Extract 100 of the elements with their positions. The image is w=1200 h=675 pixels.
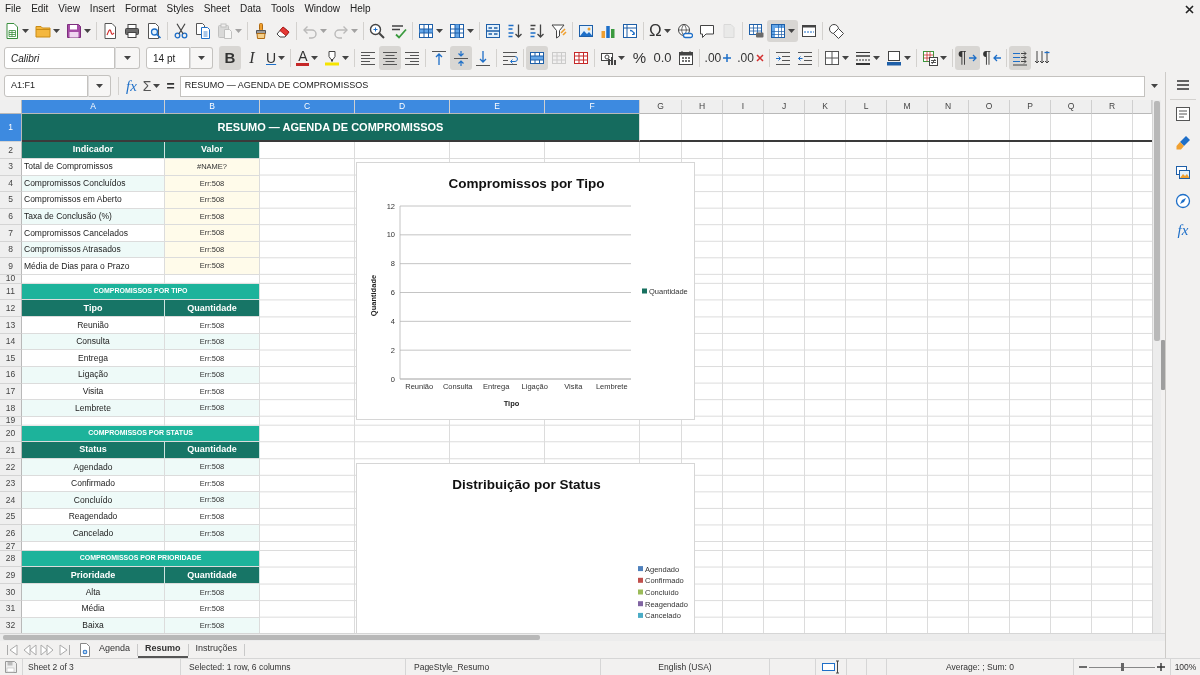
name-box-field[interactable]: A1:F1 [4, 75, 88, 97]
row-header[interactable]: 19 [0, 416, 22, 426]
column-header[interactable]: O [969, 100, 1010, 114]
column-header[interactable]: R [1092, 100, 1133, 114]
font-name-field[interactable]: Calibri [4, 47, 115, 69]
menu-item[interactable]: Window [299, 1, 345, 17]
text-check-icon [391, 23, 407, 39]
zoom-slider[interactable] [1089, 662, 1155, 672]
column-header[interactable]: M [887, 100, 928, 114]
scrollbar-thumb[interactable] [3, 635, 540, 640]
column-header[interactable]: N [928, 100, 969, 114]
close-button[interactable] [1185, 4, 1194, 14]
rtl-button[interactable]: ¶ [979, 46, 1005, 70]
column-header[interactable]: A [22, 100, 165, 114]
sum-button[interactable]: Σ [139, 75, 164, 97]
font-color-button[interactable]: A [293, 46, 322, 70]
row-header[interactable]: 15 [0, 350, 22, 367]
merge-center-button[interactable] [526, 46, 549, 70]
row-header[interactable]: 2 [0, 142, 22, 159]
sheet-tab[interactable]: Agenda [92, 641, 138, 658]
percent-button[interactable]: % [628, 46, 651, 70]
align-center-button[interactable] [379, 46, 402, 70]
menu-item[interactable]: View [53, 1, 85, 17]
row-header[interactable]: 9 [0, 258, 22, 275]
dropdown-button[interactable] [190, 47, 213, 69]
row-header[interactable]: 26 [0, 525, 22, 542]
row-header[interactable]: 27 [0, 541, 22, 551]
row-header[interactable]: 21 [0, 442, 22, 460]
row-header[interactable]: 18 [0, 400, 22, 417]
horizontal-scrollbar[interactable] [0, 633, 1165, 641]
indent-decrease-icon [796, 50, 813, 66]
row-header[interactable]: 30 [0, 584, 22, 602]
row-header[interactable]: 3 [0, 159, 22, 176]
add-sheet-button[interactable] [78, 642, 92, 657]
column-header[interactable]: L [846, 100, 887, 114]
column-header[interactable]: Q [1051, 100, 1092, 114]
column-header[interactable]: I [723, 100, 764, 114]
column-header[interactable]: B [165, 100, 260, 114]
frozen-table-icon [769, 23, 786, 39]
column-header[interactable]: K [805, 100, 846, 114]
function-wizard-button[interactable]: fx [123, 75, 140, 97]
functions-button[interactable]: fx [1171, 218, 1195, 242]
menu-item[interactable]: Data [234, 1, 267, 17]
sidebar-handle[interactable] [1161, 340, 1165, 390]
dropdown-button[interactable] [88, 75, 111, 97]
row-header[interactable]: 7 [0, 225, 22, 242]
text-ltr-button[interactable] [1009, 46, 1032, 70]
ltr-button[interactable]: ¶ [954, 46, 980, 70]
font-size-field[interactable]: 14 pt [146, 47, 190, 69]
align-center-icon [382, 50, 399, 66]
row-header[interactable]: 5 [0, 192, 22, 209]
underline-button[interactable]: U [263, 46, 289, 70]
column-header[interactable]: D [355, 100, 450, 114]
row-header[interactable]: 22 [0, 459, 22, 476]
table-cell: Cancelado [22, 525, 165, 542]
row-header[interactable]: 12 [0, 300, 22, 318]
slider-thumb[interactable] [1121, 663, 1124, 671]
row-header[interactable]: 13 [0, 317, 22, 334]
column-header[interactable]: H [682, 100, 723, 114]
row-header[interactable]: 29 [0, 567, 22, 585]
vertical-scrollbar[interactable] [1152, 100, 1161, 633]
selection-info-label: Selected: 1 row, 6 columns [189, 660, 291, 674]
freeze-button[interactable] [766, 20, 798, 42]
menu-item[interactable]: Edit [26, 1, 54, 17]
number-button[interactable]: 0.0 [650, 46, 675, 70]
zoom-in-button[interactable] [1157, 662, 1165, 672]
globe-link-icon [676, 23, 693, 39]
delete-decimal-button[interactable]: .00 [734, 46, 767, 70]
sheet-tab[interactable]: Instruções [188, 641, 245, 658]
row-header[interactable]: 1 [0, 114, 22, 142]
menu-item[interactable]: File [0, 1, 27, 17]
column-header[interactable]: J [764, 100, 805, 114]
formula-button[interactable]: = [163, 75, 178, 97]
column-header[interactable]: C [260, 100, 355, 114]
header-cell: Valor [165, 142, 260, 159]
menu-item[interactable]: Sheet [198, 1, 235, 17]
double-arrow-right-icon [39, 643, 54, 656]
menu-item[interactable]: Tools [266, 1, 300, 17]
column-header[interactable]: P [1010, 100, 1051, 114]
row-header[interactable]: 24 [0, 492, 22, 509]
row-header[interactable]: 16 [0, 367, 22, 384]
column-header[interactable]: E [450, 100, 545, 114]
italic-button[interactable]: I [241, 46, 263, 70]
row-header[interactable]: 10 [0, 274, 22, 284]
column-header[interactable]: F [545, 100, 640, 114]
menu-item[interactable]: Help [345, 1, 376, 17]
menu-item[interactable]: Styles [161, 1, 199, 17]
scrollbar-thumb[interactable] [1154, 101, 1160, 341]
formula-input-field[interactable]: RESUMO — AGENDA DE COMPROMISSOS [179, 75, 1145, 97]
header-cell: Quantidade [165, 567, 260, 585]
align-middle-button[interactable] [450, 46, 473, 70]
row-header[interactable]: 31 [0, 601, 22, 618]
folder-icon [35, 23, 51, 39]
add-decimal-button[interactable]: .00 [701, 46, 735, 70]
dropdown-button[interactable] [115, 47, 140, 69]
column-header[interactable]: G [640, 100, 682, 114]
special-character-button[interactable]: Ω [646, 20, 674, 42]
menu-item[interactable]: Insert [84, 1, 120, 17]
menu-item[interactable]: Format [119, 1, 162, 17]
bold-button[interactable]: B [219, 46, 241, 70]
